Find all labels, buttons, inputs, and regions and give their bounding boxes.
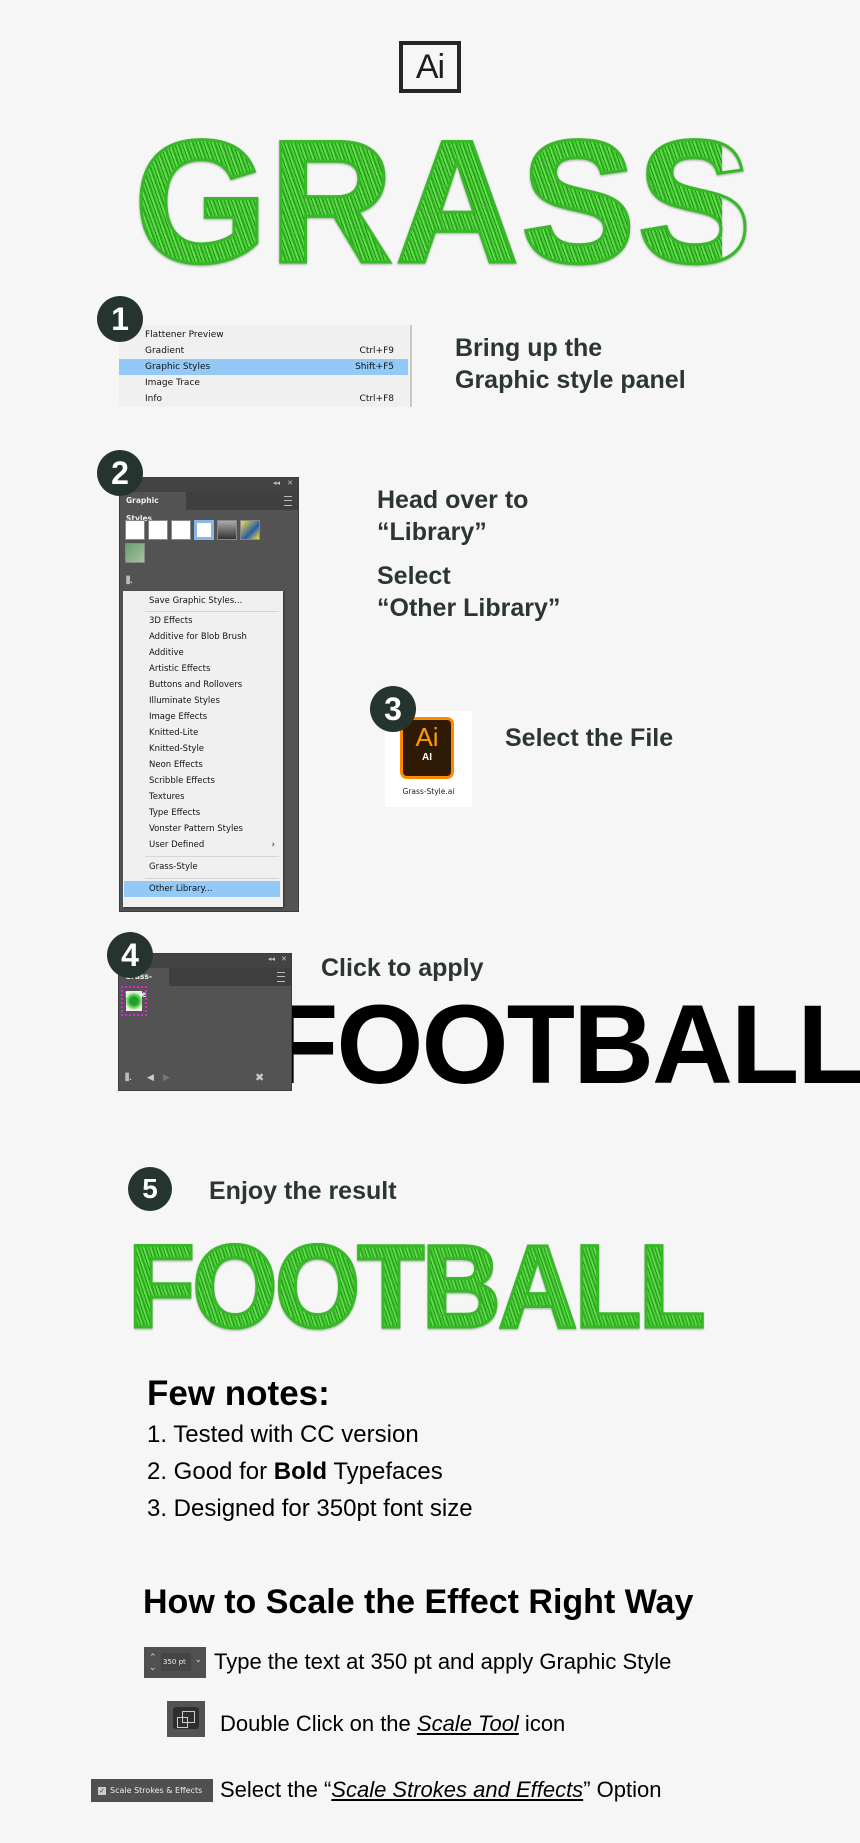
menu-item-other-library[interactable]: Other Library...: [149, 881, 212, 897]
menu-item-flattener-preview[interactable]: Flattener Preview: [119, 327, 408, 343]
menu-item-info[interactable]: Info Ctrl+F8: [119, 391, 408, 407]
menu-item-additive[interactable]: Additive: [149, 645, 184, 661]
menu-item-vonster-pattern[interactable]: Vonster Pattern Styles: [149, 821, 243, 837]
step-badge-5: 5: [128, 1167, 172, 1211]
grass-style-swatch[interactable]: [121, 986, 147, 1016]
scaling-step-b: Double Click on the Scale Tool icon: [220, 1711, 566, 1736]
font-size-value[interactable]: 350 pt: [161, 1653, 191, 1671]
menu-item-knitted-style[interactable]: Knitted-Style: [149, 741, 204, 757]
libraries-menu-icon[interactable]: ⫼.: [126, 575, 133, 586]
step4-instruction: Click to apply: [321, 954, 484, 982]
libraries-menu: Save Graphic Styles... 3D Effects Additi…: [123, 591, 283, 907]
collapse-icon[interactable]: ◂◂: [273, 479, 280, 487]
note-item: 3. Designed for 350pt font size: [147, 1495, 473, 1522]
style-swatch-3[interactable]: [171, 520, 191, 540]
menu-item-image-trace[interactable]: Image Trace: [119, 375, 408, 391]
scale-tool-icon[interactable]: [167, 1701, 205, 1737]
menu-item-neon-effects[interactable]: Neon Effects: [149, 757, 203, 773]
close-icon[interactable]: ✕: [287, 479, 293, 487]
menu-item-gradient[interactable]: Gradient Ctrl+F9: [119, 343, 408, 359]
scaling-step-a: Type the text at 350 pt and apply Graphi…: [214, 1649, 672, 1674]
submenu-chevron-icon: ›: [271, 840, 275, 850]
step-badge-2: 2: [97, 450, 143, 496]
menu-item-user-defined[interactable]: User Defined: [149, 837, 204, 853]
menu-item-scribble-effects[interactable]: Scribble Effects: [149, 773, 215, 789]
scale-strokes-effects-option[interactable]: ✓ Scale Strokes & Effects: [91, 1779, 213, 1802]
scaling-step-c: Select the “Scale Strokes and Effects” O…: [220, 1777, 662, 1802]
next-icon[interactable]: ▶: [163, 1072, 170, 1083]
close-icon[interactable]: ✕: [281, 955, 287, 963]
style-swatch-7[interactable]: [125, 543, 145, 563]
menu-item-grass-style[interactable]: Grass-Style: [149, 859, 198, 875]
menu-item-knitted-lite[interactable]: Knitted-Lite: [149, 725, 198, 741]
scale-tool-link[interactable]: Scale Tool: [417, 1711, 519, 1736]
step2-instruction-library: Head over to “Library”: [377, 486, 529, 546]
step2-instruction-other-library: Select “Other Library”: [377, 562, 561, 622]
break-link-icon[interactable]: ✖: [255, 1071, 264, 1084]
step5-instruction: Enjoy the result: [209, 1177, 397, 1205]
chevron-down-icon[interactable]: ⌄: [194, 1654, 202, 1665]
note-item: 2. Good for Bold Typefaces: [147, 1458, 443, 1485]
menu-item-additive-blob[interactable]: Additive for Blob Brush: [149, 629, 247, 645]
font-size-field[interactable]: ⌃ ⌄ 350 pt ⌄: [144, 1647, 206, 1678]
checkbox-checked-icon[interactable]: ✓: [98, 1786, 106, 1795]
style-swatch-5[interactable]: [217, 520, 237, 540]
scaling-title: How to Scale the Effect Right Way: [143, 1583, 694, 1621]
notes-title: Few notes:: [147, 1374, 330, 1413]
step-badge-1: 1: [97, 296, 143, 342]
panel-menu-icon[interactable]: [277, 972, 285, 982]
scale-strokes-link[interactable]: Scale Strokes and Effects: [331, 1777, 583, 1802]
tab-graphic-styles[interactable]: Graphic Styles: [120, 492, 186, 523]
step-badge-4: 4: [107, 932, 153, 978]
football-grass-result: FOOTBALL: [127, 1221, 708, 1353]
menu-item-artistic-effects[interactable]: Artistic Effects: [149, 661, 210, 677]
grass-swatch-icon: [126, 991, 142, 1011]
panel-menu-icon[interactable]: [284, 496, 292, 506]
step-badge-3: 3: [370, 686, 416, 732]
window-menu: Flattener Preview Gradient Ctrl+F9 Graphi…: [119, 325, 412, 407]
note-item: 1. Tested with CC version: [147, 1421, 419, 1448]
grass-title: GRASS: [133, 105, 754, 300]
style-swatch-4[interactable]: [194, 520, 214, 540]
menu-item-textures[interactable]: Textures: [149, 789, 185, 805]
menu-item-buttons-rollovers[interactable]: Buttons and Rollovers: [149, 677, 242, 693]
style-swatch-default[interactable]: [125, 520, 145, 540]
illustrator-logo: Ai: [399, 41, 461, 93]
collapse-icon[interactable]: ◂◂: [268, 955, 275, 963]
stepper-icon[interactable]: ⌃ ⌄: [149, 1652, 157, 1672]
menu-item-type-effects[interactable]: Type Effects: [149, 805, 200, 821]
libraries-menu-icon[interactable]: ⫼.: [125, 1072, 132, 1083]
style-swatch-2[interactable]: [148, 520, 168, 540]
menu-item-graphic-styles[interactable]: Graphic Styles Shift+F5: [119, 359, 408, 375]
file-name: Grass-Style.ai: [402, 787, 455, 796]
style-swatch-6[interactable]: [240, 520, 260, 540]
previous-icon[interactable]: ◀: [147, 1072, 154, 1083]
grass-style-panel: ◂◂ ✕ Grass-Style ⫼. ◀ ▶ ✖: [118, 953, 292, 1091]
football-sample-text: FOOTBALL: [270, 982, 860, 1107]
menu-item-save-graphic-styles[interactable]: Save Graphic Styles...: [149, 593, 242, 609]
step3-instruction: Select the File: [505, 724, 674, 752]
menu-item-image-effects[interactable]: Image Effects: [149, 709, 207, 725]
menu-item-illuminate-styles[interactable]: Illuminate Styles: [149, 693, 220, 709]
menu-item-3d-effects[interactable]: 3D Effects: [149, 613, 193, 629]
step1-instruction: Bring up the Graphic style panel: [455, 334, 686, 394]
